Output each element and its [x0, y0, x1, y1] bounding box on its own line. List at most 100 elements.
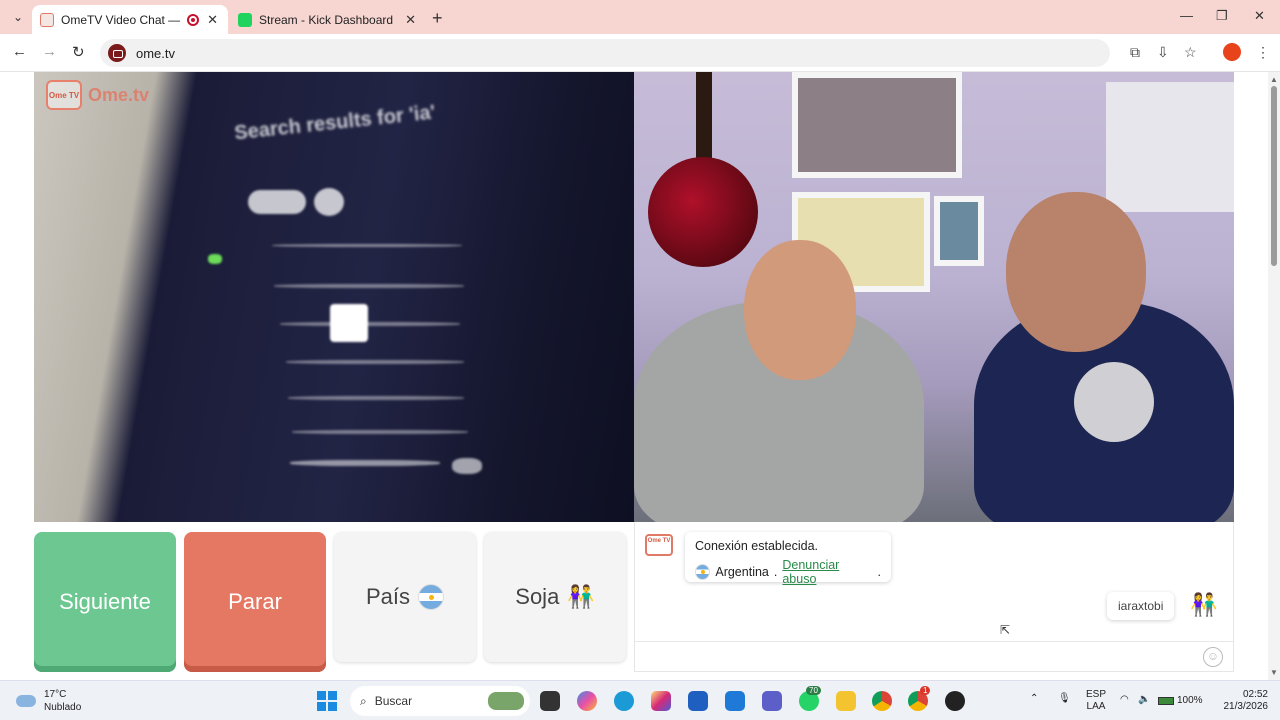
maximize-icon[interactable]: ❐ [1216, 8, 1228, 24]
weather-widget[interactable]: 17°C Nublado [16, 688, 81, 714]
search-highlight-icon [488, 692, 524, 710]
close-tab-icon[interactable]: ✕ [207, 12, 218, 28]
mouse-cursor-icon: ⇱ [1000, 623, 1011, 637]
search-icon: ⌕ [360, 693, 367, 708]
wall-photo [934, 196, 984, 266]
tv-key [248, 190, 306, 214]
install-app-icon[interactable]: ⇩ [1157, 44, 1169, 61]
lang-line2: LAA [1086, 701, 1106, 712]
battery-indicator[interactable]: 100% [1158, 695, 1203, 707]
search-placeholder: Buscar [374, 694, 413, 708]
page-scrollbar[interactable]: ▲ ▼ [1268, 72, 1280, 680]
obs-icon[interactable] [945, 691, 965, 711]
ometv-favicon-icon [40, 12, 54, 27]
site-camera-icon[interactable] [108, 44, 126, 62]
next-label: Siguiente [59, 589, 151, 614]
tv-key-row [286, 360, 464, 364]
tab-strip: ⌄ OmeTV Video Chat — Alter ✕ Stream - Ki… [0, 0, 1280, 34]
weather-temp: 17°C [44, 689, 67, 700]
tab-search-chevron-icon[interactable]: ⌄ [8, 7, 28, 27]
bookmark-star-icon[interactable]: ☆ [1184, 44, 1197, 61]
emoji-icon[interactable]: ☺ [1203, 647, 1223, 667]
back-icon[interactable]: ← [12, 43, 27, 60]
kick-favicon-icon [238, 12, 252, 27]
wall-picture [792, 72, 962, 178]
url-text: ome.tv [136, 45, 176, 61]
tv-key-row [274, 284, 464, 288]
new-tab-icon[interactable]: + [432, 8, 443, 29]
reload-icon[interactable]: ↻ [72, 43, 85, 61]
system-message: Conexión establecida. Argentina . Denunc… [685, 532, 891, 586]
minimize-icon[interactable]: — [1180, 8, 1193, 23]
microphone-icon[interactable]: 🎙 [1058, 693, 1071, 705]
address-bar[interactable]: ome.tv [100, 39, 1110, 67]
tab-title: OmeTV Video Chat — Alter [61, 12, 181, 27]
tv-screen-text: Search results for 'ia' [233, 101, 437, 145]
scroll-thumb[interactable] [1271, 86, 1277, 266]
argentina-flag-icon [418, 584, 445, 610]
local-video: Ome TV Ome.tv Search results for 'ia' [34, 72, 634, 522]
wifi-icon[interactable]: ◠ [1120, 694, 1129, 706]
tv-key [452, 458, 482, 474]
recording-indicator-icon [187, 13, 199, 26]
close-window-icon[interactable]: ✕ [1254, 8, 1265, 24]
country-select-button[interactable]: País [334, 532, 476, 662]
tv-key-row [272, 244, 462, 247]
chrome-badge: 1 [920, 686, 931, 695]
browser-toolbar: ← → ↻ ome.tv ⧉ ⇩ ☆ ⋮ [0, 34, 1280, 72]
forward-icon[interactable]: → [42, 43, 57, 60]
guitar [648, 157, 758, 267]
copilot-icon[interactable] [577, 691, 597, 711]
profile-avatar[interactable] [1223, 43, 1241, 61]
gender-select-button[interactable]: Soja 👫 [484, 532, 626, 662]
scroll-up-icon[interactable]: ▲ [1270, 75, 1278, 84]
outlook-icon[interactable] [725, 691, 745, 711]
country-text: Argentina [715, 565, 769, 579]
battery-icon [1158, 697, 1174, 705]
chrome-icon[interactable] [872, 691, 892, 711]
tab-title: Stream - Kick Dashboard [259, 12, 394, 27]
report-abuse-link[interactable]: Denunciar abuso [782, 558, 872, 586]
show-hidden-icons-icon[interactable]: ⌃ [1030, 693, 1038, 705]
whatsapp-badge: 70 [806, 686, 821, 695]
tab-kick-dashboard[interactable]: Stream - Kick Dashboard ✕ [230, 5, 426, 34]
taskbar-search[interactable]: ⌕ Buscar [350, 686, 530, 716]
clock-date: 21/3/2026 [1223, 701, 1269, 712]
wall-map [1106, 82, 1234, 212]
scroll-down-icon[interactable]: ▼ [1270, 668, 1278, 677]
country-label: País [365, 584, 411, 609]
clock-time: 02:52 [1242, 689, 1268, 700]
cloud-icon [16, 695, 36, 707]
couple-avatar-icon: 👫 [1190, 592, 1218, 617]
ometv-logo-icon: Ome TV [46, 80, 82, 110]
microphone [1074, 362, 1154, 442]
remote-video [634, 72, 1234, 522]
lang-line1: ESP [1086, 689, 1107, 700]
instagram-icon[interactable] [651, 691, 671, 711]
tv-key-row [292, 430, 468, 434]
ometv-logo: Ome TV Ome.tv [46, 80, 149, 110]
my-chat-message: iaraxtobi [1107, 592, 1175, 620]
tab-ometv[interactable]: OmeTV Video Chat — Alter ✕ [32, 5, 228, 34]
language-indicator[interactable]: ESP LAA [1086, 689, 1106, 713]
weather-desc: Nublado [44, 702, 82, 713]
next-button[interactable]: Siguiente [34, 532, 176, 672]
tv-key-row [280, 322, 460, 326]
edge-icon[interactable] [614, 691, 634, 711]
close-tab-icon[interactable]: ✕ [405, 12, 416, 28]
file-explorer-icon[interactable] [836, 691, 856, 711]
start-button[interactable] [317, 691, 337, 711]
stop-button[interactable]: Parar [184, 532, 326, 672]
teams-icon[interactable] [762, 691, 782, 711]
person-right-face [1006, 192, 1146, 352]
volume-icon[interactable]: 🔈 [1138, 694, 1150, 706]
clock[interactable]: 02:52 21/3/2026 [1224, 689, 1269, 713]
task-view-icon[interactable] [540, 691, 560, 711]
menu-kebab-icon[interactable]: ⋮ [1256, 44, 1270, 61]
ometv-page: Ome TV Ome.tv Search results for 'ia' Si… [0, 72, 1268, 680]
connection-status-text: Conexión establecida. [695, 539, 818, 553]
translate-icon[interactable]: ⧉ [1130, 44, 1140, 61]
battery-text: 100% [1177, 695, 1203, 706]
store-icon[interactable] [688, 691, 708, 711]
chat-input[interactable] [635, 641, 1233, 642]
